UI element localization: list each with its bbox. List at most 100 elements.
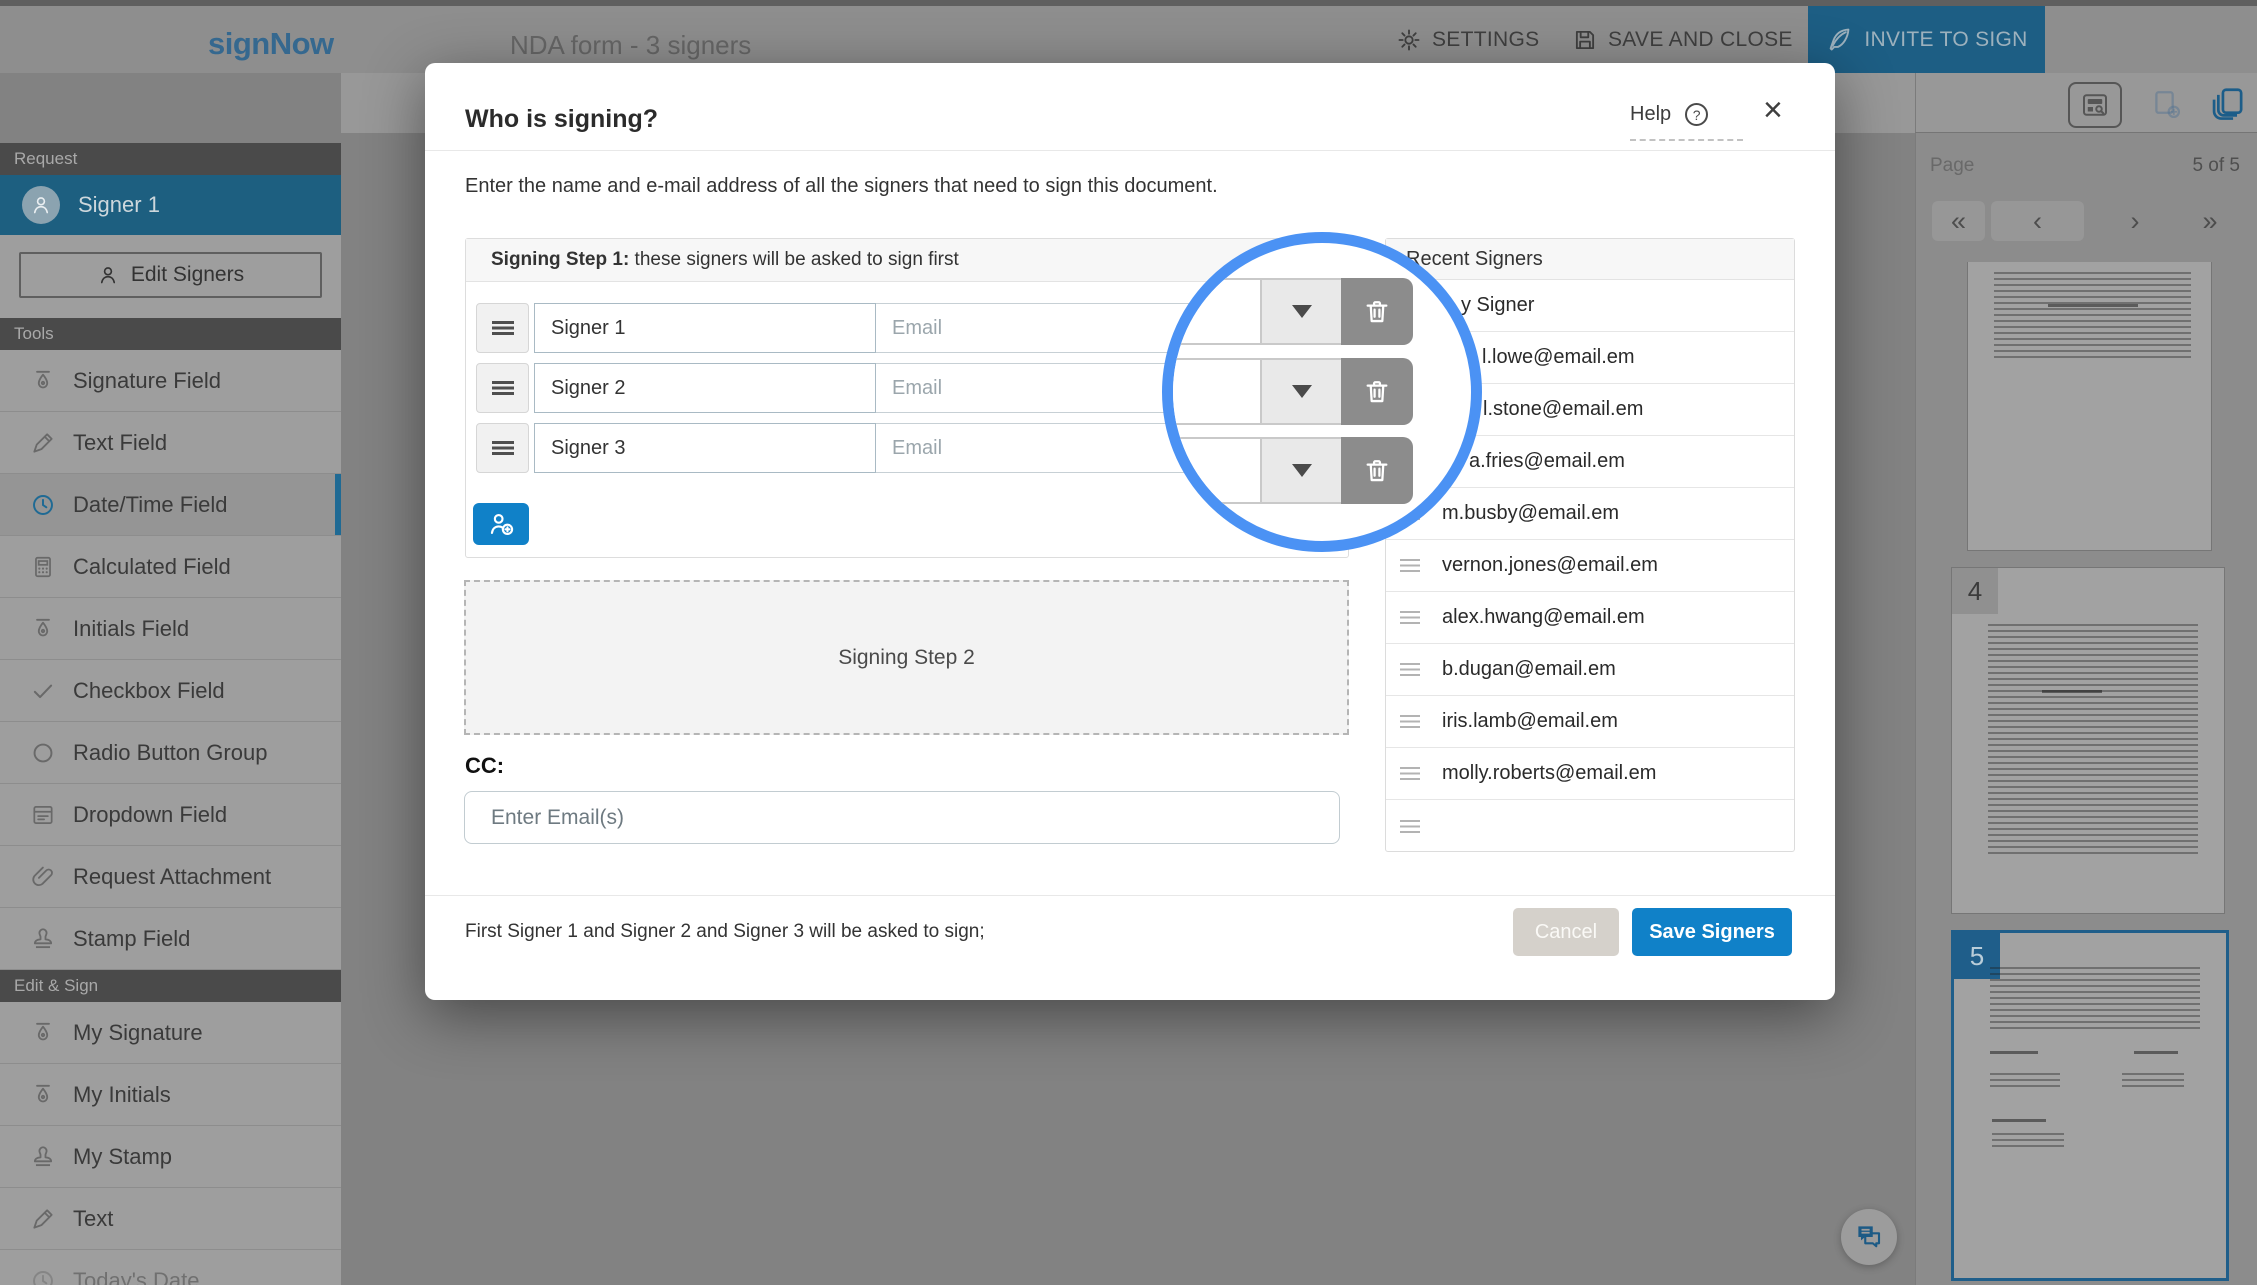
- signer-name-input[interactable]: [534, 363, 876, 413]
- recent-signer-item[interactable]: molly.roberts@email.em: [1386, 748, 1794, 800]
- request-section-header: Request: [0, 143, 341, 175]
- magnified-signer-controls: [1162, 278, 1413, 345]
- tool-label: Radio Button Group: [73, 740, 267, 766]
- drag-handle[interactable]: [476, 303, 529, 353]
- recent-signers-header: Recent Signers: [1386, 239, 1794, 280]
- sidebar-item-signature-field[interactable]: Signature Field: [0, 350, 341, 412]
- first-page-button[interactable]: «: [1932, 201, 1985, 241]
- chat-button[interactable]: [1841, 1209, 1897, 1265]
- save-signers-label: Save Signers: [1649, 921, 1775, 944]
- magnified-delete-button: [1341, 358, 1413, 425]
- signing-step1-title: Signing Step 1:: [491, 249, 629, 270]
- signing-step2-dropzone[interactable]: Signing Step 2: [464, 580, 1349, 735]
- recent-signer-item[interactable]: m.busby@email.em: [1386, 488, 1794, 540]
- sidebar-item-stamp-field[interactable]: Stamp Field: [0, 908, 341, 970]
- save-icon: [1572, 27, 1598, 53]
- tools-section-header: Tools: [0, 318, 341, 350]
- invite-to-sign-button[interactable]: INVITE TO SIGN: [1808, 6, 2045, 73]
- copy-pages-button[interactable]: [2209, 85, 2247, 123]
- save-and-close-label: SAVE AND CLOSE: [1608, 28, 1793, 52]
- signing-order-note: First Signer 1 and Signer 2 and Signer 3…: [465, 921, 985, 943]
- trash-icon: [1361, 376, 1393, 408]
- recent-signer-item[interactable]: [1386, 800, 1794, 852]
- user-icon: [30, 194, 52, 216]
- sidebar-item-my-signature[interactable]: My Signature: [0, 1002, 341, 1064]
- first-page-icon: «: [1951, 206, 1966, 237]
- magnified-email-field: [1162, 278, 1260, 345]
- sidebar-item-text-field[interactable]: Text Field: [0, 412, 341, 474]
- stamp-icon: [30, 926, 56, 952]
- tool-label: My Initials: [73, 1082, 171, 1108]
- previous-page-icon: ‹: [2033, 206, 2042, 237]
- recent-signer-label: iris.lamb@email.em: [1386, 710, 1618, 733]
- document-gear-icon: [2150, 88, 2184, 122]
- sidebar-item-radio-button-group[interactable]: Radio Button Group: [0, 722, 341, 784]
- page-4-thumbnail[interactable]: 4: [1951, 567, 2225, 914]
- drag-handle[interactable]: [476, 423, 529, 473]
- document-settings-button[interactable]: [2150, 88, 2184, 122]
- magnified-signer-controls: [1162, 437, 1413, 504]
- previous-page-button[interactable]: ‹: [1991, 201, 2084, 241]
- cancel-button[interactable]: Cancel: [1513, 908, 1619, 956]
- drag-handle[interactable]: [476, 363, 529, 413]
- tool-label: Request Attachment: [73, 864, 271, 890]
- close-icon[interactable]: ×: [1763, 93, 1783, 127]
- edit-signers-button[interactable]: Edit Signers: [19, 252, 322, 298]
- sidebar-item-request-attachment[interactable]: Request Attachment: [0, 846, 341, 908]
- recent-signer-label: b.dugan@email.em: [1386, 658, 1616, 681]
- toolbar-divider: [1915, 132, 2257, 133]
- recent-signer-item[interactable]: iris.lamb@email.em: [1386, 696, 1794, 748]
- sidebar-item-text[interactable]: Text: [0, 1188, 341, 1250]
- magnified-delete-button: [1341, 437, 1413, 504]
- tool-label: Dropdown Field: [73, 802, 227, 828]
- sidebar-item-datetime-field[interactable]: Date/Time Field: [0, 474, 341, 536]
- drag-handle-icon: [1400, 611, 1420, 624]
- panel-divider: [1915, 73, 1916, 1285]
- last-page-button[interactable]: »: [2180, 201, 2240, 241]
- help-link[interactable]: Help ?: [1630, 103, 1743, 141]
- signing-step2-label: Signing Step 2: [838, 646, 975, 670]
- pen-nib-icon: [30, 368, 56, 394]
- sidebar-item-dropdown-field[interactable]: Dropdown Field: [0, 784, 341, 846]
- modal-footer-divider: [425, 895, 1835, 896]
- stamp-icon: [30, 1144, 56, 1170]
- recent-signer-label: molly.roberts@email.em: [1386, 762, 1656, 785]
- page-position: 5 of 5: [2120, 155, 2240, 177]
- page-4-number: 4: [1952, 568, 1998, 614]
- signer-name-input[interactable]: [534, 303, 876, 353]
- recent-signer-item[interactable]: b.dugan@email.em: [1386, 644, 1794, 696]
- next-page-button[interactable]: ›: [2105, 201, 2165, 241]
- pencil-icon: [30, 1206, 56, 1232]
- signer-name-input[interactable]: [534, 423, 876, 473]
- sidebar-item-my-stamp[interactable]: My Stamp: [0, 1126, 341, 1188]
- sidebar-item-signer1[interactable]: Signer 1: [0, 175, 341, 235]
- sidebar-item-checkbox-field[interactable]: Checkbox Field: [0, 660, 341, 722]
- help-label: Help: [1630, 103, 1671, 126]
- cc-email-input[interactable]: [464, 791, 1340, 844]
- signer1-label: Signer 1: [78, 192, 160, 218]
- chevron-down-icon: [1292, 305, 1312, 318]
- feather-icon: [1825, 26, 1852, 53]
- drag-handle-icon: [1400, 663, 1420, 676]
- add-signer-button[interactable]: [473, 503, 529, 545]
- left-sidebar: Request Signer 1 Edit Signers Tools Sign…: [0, 143, 341, 1285]
- sidebar-item-my-initials[interactable]: My Initials: [0, 1064, 341, 1126]
- page-3-thumbnail[interactable]: [1967, 262, 2212, 551]
- tool-label: Date/Time Field: [73, 492, 227, 518]
- thumbnails-toggle-button[interactable]: [2068, 82, 2122, 128]
- page-label: Page: [1930, 155, 1974, 177]
- gear-icon: [1396, 27, 1422, 53]
- sidebar-item-calculated-field[interactable]: Calculated Field: [0, 536, 341, 598]
- sidebar-item-initials-field[interactable]: Initials Field: [0, 598, 341, 660]
- recent-signer-item[interactable]: vernon.jones@email.em: [1386, 540, 1794, 592]
- tool-label: Today's Date: [73, 1268, 200, 1285]
- page-5-thumbnail[interactable]: 5: [1951, 930, 2229, 1281]
- recent-signer-item[interactable]: alex.hwang@email.em: [1386, 592, 1794, 644]
- last-page-icon: »: [2202, 206, 2217, 237]
- tool-label: Calculated Field: [73, 554, 231, 580]
- save-signers-button[interactable]: Save Signers: [1632, 908, 1792, 956]
- drag-handle-icon: [492, 381, 514, 395]
- sidebar-item-todays-date[interactable]: Today's Date: [0, 1250, 341, 1285]
- copy-pages-icon: [2209, 85, 2247, 123]
- cc-label: CC:: [465, 753, 504, 779]
